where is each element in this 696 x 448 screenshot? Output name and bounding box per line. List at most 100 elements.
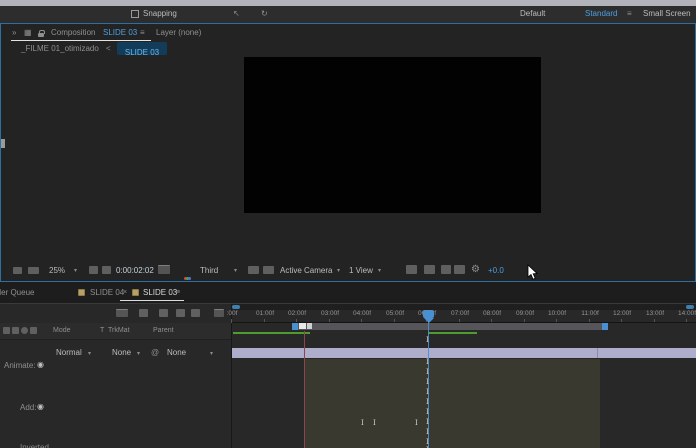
add-label: Add: <box>20 403 36 413</box>
parent-chevron-icon[interactable]: ▾ <box>210 350 213 358</box>
zoom-select[interactable]: 25% <box>49 266 65 276</box>
view-select[interactable]: Active Camera <box>280 266 332 276</box>
mask-visibility-icon[interactable] <box>441 265 451 274</box>
selected-layer-region <box>305 359 600 448</box>
snapping-label[interactable]: Snapping <box>143 9 177 19</box>
target-region-icon[interactable] <box>248 266 259 274</box>
snap-mode-icon[interactable]: ↖ <box>233 9 240 19</box>
after-effects-window: Adobe After Effects CC 2017 - /Users/mar… <box>0 0 696 448</box>
trkmat-chevron-icon[interactable]: ▾ <box>137 350 140 358</box>
exposure-value[interactable]: +0.0 <box>488 266 504 276</box>
animate-label: Animate: <box>4 361 36 371</box>
marker-line-red <box>304 331 305 448</box>
composition-stage[interactable] <box>244 57 541 213</box>
animate-button-icon[interactable]: ◉ <box>37 360 44 370</box>
resolution-chevron-icon[interactable]: ▾ <box>234 267 237 275</box>
layer-tab[interactable]: Layer (none) <box>156 28 201 38</box>
workspace-standard[interactable]: Standard <box>585 9 617 19</box>
ruler-tick-label: 12:00f <box>610 310 634 317</box>
timeline-divider[interactable] <box>231 304 232 448</box>
lock-column-icon[interactable] <box>30 327 37 334</box>
composition-tab-label[interactable]: Composition <box>51 28 95 38</box>
exposure-gear-icon[interactable]: ⚙ <box>471 264 480 276</box>
zoom-chevron-icon[interactable]: ▾ <box>74 267 77 275</box>
trkmat-select[interactable]: None <box>112 348 131 358</box>
time-ruler[interactable]: :00f01:00f02:00f03:00f04:00f05:00f06:00f… <box>0 304 696 323</box>
playhead-triangle <box>424 318 434 323</box>
playhead-line[interactable] <box>428 318 429 448</box>
flowchart-view-icon[interactable] <box>454 265 465 274</box>
blend-mode-select[interactable]: Normal <box>56 348 82 358</box>
ruler-tick-label: 03:00f <box>318 310 342 317</box>
workspace-menu-icon[interactable]: ≡ <box>627 9 632 19</box>
column-t[interactable]: T <box>100 327 104 335</box>
composition-panel: » ▦ Composition SLIDE 03 ≡ Layer (none) … <box>0 23 696 282</box>
breadcrumb-parent[interactable]: _FILME 01_otimizado <box>21 44 99 54</box>
column-mode[interactable]: Mode <box>53 327 71 335</box>
audio-column-icon[interactable] <box>12 327 19 334</box>
mouse-cursor <box>527 264 539 281</box>
work-area-marker-box[interactable] <box>299 323 306 329</box>
render-cache-bar-1 <box>233 332 310 334</box>
breadcrumb-current: SLIDE 03 <box>125 48 159 57</box>
layer-bar-notch <box>597 348 598 358</box>
grid-guides-icon[interactable] <box>89 266 98 274</box>
view-chevron-icon[interactable]: ▾ <box>337 267 340 275</box>
panel-grip[interactable] <box>1 139 5 148</box>
workspace-small-screen[interactable]: Small Screen <box>643 9 691 19</box>
app-toolbar: Snapping ↖ ↻ Default Standard ≡ Small Sc… <box>0 6 696 23</box>
panel-chevron-icon[interactable]: » <box>12 28 16 38</box>
active-bottom-tab-underline <box>120 300 184 301</box>
video-column-icon[interactable] <box>3 327 10 334</box>
ruler-tick-label: 13:00f <box>643 310 667 317</box>
playhead-head[interactable] <box>423 310 434 318</box>
work-area-end-handle[interactable] <box>602 323 608 330</box>
share-view-icon[interactable] <box>406 265 417 274</box>
parent-pickwhip-icon[interactable]: @ <box>151 348 159 358</box>
tab-render-queue[interactable]: Render Queue <box>0 288 34 298</box>
layout-chevron-icon[interactable]: ▾ <box>378 267 381 275</box>
tab-close-icon[interactable]: × <box>123 289 127 297</box>
comp-icon-slide03 <box>132 289 139 296</box>
work-area-bar[interactable] <box>292 323 608 330</box>
comp-icon-slide04 <box>78 289 85 296</box>
breadcrumb-current-chip[interactable]: SLIDE 03 <box>117 42 167 55</box>
ruler-tick-label: 10:00f <box>545 310 569 317</box>
region-of-interest-icon[interactable] <box>102 266 111 274</box>
column-trkmat[interactable]: TrkMat <box>108 327 130 335</box>
transparency-grid-icon[interactable] <box>263 266 274 274</box>
panel-grid-icon[interactable]: ▦ <box>24 28 32 38</box>
current-time-display[interactable]: 0:00:02:02 <box>116 266 154 276</box>
viewer-tab-row: » ▦ Composition SLIDE 03 ≡ Layer (none) <box>1 25 695 42</box>
composition-tab-menu-icon[interactable]: ≡ <box>140 28 145 38</box>
workspace-default[interactable]: Default <box>520 9 545 19</box>
composition-tab-name[interactable]: SLIDE 03 <box>103 28 137 38</box>
ruler-tick-label: 07:00f <box>448 310 472 317</box>
add-button-icon[interactable]: ◉ <box>37 402 44 412</box>
work-area-marker-box2[interactable] <box>307 323 312 329</box>
timeline-panel: :00f01:00f02:00f03:00f04:00f05:00f06:00f… <box>0 303 696 448</box>
ruler-tick-label: 02:00f <box>285 310 309 317</box>
layer-duration-bar[interactable] <box>232 348 696 358</box>
time-ruler-ticks: :00f01:00f02:00f03:00f04:00f05:00f06:00f… <box>0 304 696 323</box>
viewer-statusbar: 25% ▾ 0:00:02:02 Third ▾ Active Camera ▾… <box>1 263 695 281</box>
tab-slide03[interactable]: SLIDE 03 <box>143 288 177 298</box>
solo-column-icon[interactable] <box>21 327 28 334</box>
ruler-tick-label: 14:00f <box>675 310 696 317</box>
resolution-select[interactable]: Third <box>200 266 218 276</box>
snapshot-icon[interactable] <box>158 265 170 274</box>
column-parent[interactable]: Parent <box>153 327 174 335</box>
ruler-toggle-icon[interactable] <box>424 265 435 274</box>
parent-select[interactable]: None <box>167 348 186 358</box>
layout-select[interactable]: 1 View <box>349 266 373 276</box>
snap-rotate-icon[interactable]: ↻ <box>261 9 268 19</box>
always-preview-icon[interactable] <box>13 267 22 274</box>
blend-mode-chevron-icon[interactable]: ▾ <box>88 350 91 358</box>
lock-icon[interactable] <box>38 33 44 37</box>
ruler-tick-label: 08:00f <box>480 310 504 317</box>
work-area-start-handle[interactable] <box>292 323 298 330</box>
tab-slide03-menu-icon[interactable]: ≡ <box>176 289 180 297</box>
tab-slide04[interactable]: SLIDE 04 <box>90 288 124 298</box>
main-viewer-icon[interactable] <box>28 267 39 274</box>
snapping-checkbox[interactable] <box>131 10 139 18</box>
